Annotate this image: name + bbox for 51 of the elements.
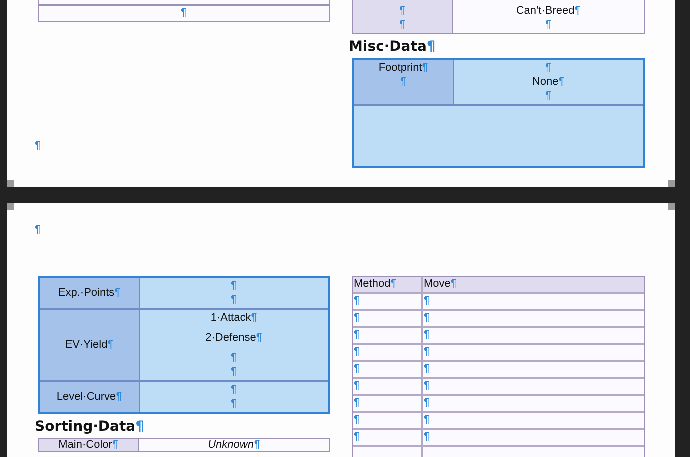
header-text: Move¶ [424, 278, 457, 291]
section-heading: Misc·Data¶ [349, 39, 437, 56]
cell-text: Level·Curve¶ [56, 390, 122, 404]
cell-text: ¶ [354, 414, 360, 427]
cell-text: ¶ [231, 279, 237, 293]
page-corner-mark [668, 180, 675, 187]
cell-text: Main·Color¶ [58, 439, 118, 451]
cell-text: ¶ [424, 380, 430, 393]
cell-text: None¶ [532, 75, 565, 89]
cell-text: ¶ [424, 397, 430, 410]
cell-text: ¶ [424, 346, 430, 359]
page-corner-mark [668, 203, 675, 210]
cell-text: ¶ [400, 75, 406, 89]
cell-text: ¶ [354, 295, 360, 308]
cell-text: ¶ [354, 431, 360, 444]
cell-text: ¶ [546, 18, 552, 32]
cell-text: ¶ [231, 383, 237, 397]
cell-text: Unknown¶ [208, 439, 260, 451]
cell-text: 1·Attack¶ [210, 311, 258, 325]
cell-text: ¶ [400, 18, 406, 32]
cell-text: ¶ [400, 4, 406, 18]
cell-text: 2·Defense¶ [206, 331, 262, 345]
empty-paragraph: ¶ [35, 224, 42, 236]
section-heading: Sorting·Data¶ [35, 419, 146, 436]
cell-text: ¶ [354, 346, 360, 359]
cell-text: ¶ [424, 414, 430, 427]
cell-text: ¶ [424, 295, 430, 308]
page-corner-mark [7, 180, 14, 187]
header-text: Method¶ [354, 278, 397, 291]
cell-text: ¶ [354, 312, 360, 325]
cell-text: ¶ [231, 351, 237, 365]
cell-text: ¶ [546, 61, 552, 75]
cell-text: ¶ [354, 397, 360, 410]
cell-text: Can't·Breed¶ [516, 4, 581, 18]
cell-text: ¶ [181, 6, 187, 21]
cell-text: ¶ [546, 89, 552, 103]
cell-text: ¶ [354, 329, 360, 342]
empty-paragraph: ¶ [35, 140, 42, 152]
cell-text: EV·Yield¶ [65, 338, 114, 352]
cell-text: ¶ [231, 397, 237, 411]
cell-text: Exp.·Points¶ [58, 286, 121, 300]
cell-text: ¶ [424, 431, 430, 444]
cell-text: ¶ [231, 293, 237, 307]
page-corner-mark [7, 203, 14, 210]
cell-text: Footprint¶ [378, 61, 428, 75]
cell-text: ¶ [354, 380, 360, 393]
cell-text: ¶ [231, 365, 237, 379]
cell-text: ¶ [424, 312, 430, 325]
cell-text: ¶ [354, 363, 360, 376]
cell-text: ¶ [424, 329, 430, 342]
cell-text: ¶ [424, 363, 430, 376]
